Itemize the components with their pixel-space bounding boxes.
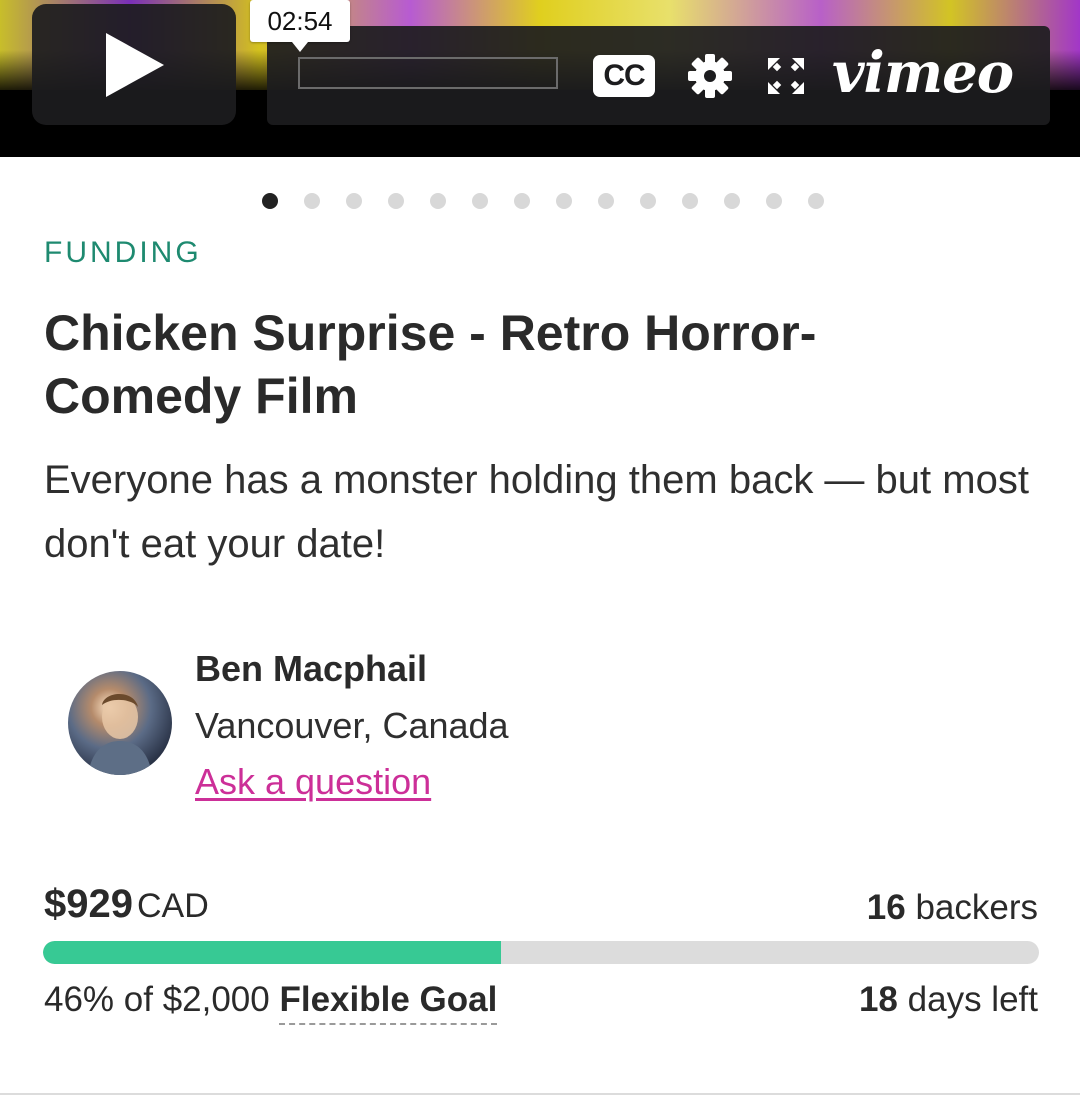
carousel-dot[interactable] [808,193,824,209]
amount-value: $929 [44,882,133,926]
funding-progress-bar [43,941,1039,964]
days-number: 18 [858,980,898,1019]
days-label: days left [907,980,1038,1019]
carousel-dot[interactable] [766,193,782,209]
cc-button[interactable]: CC [593,55,655,97]
backers-label: backers [915,888,1038,927]
carousel-dot[interactable] [682,193,698,209]
goal-summary: 46% of $2,000 Flexible Goal [44,980,498,1025]
ask-question-link[interactable]: Ask a question [195,761,431,803]
play-button[interactable] [32,4,236,125]
carousel-dot[interactable] [598,193,614,209]
creator-location: Vancouver, Canada [195,705,509,746]
carousel-dot[interactable] [430,193,446,209]
project-title: Chicken Surprise - Retro Horror-Comedy F… [44,305,817,424]
days-left: 18 days left [859,980,1038,1020]
carousel-dot[interactable] [262,193,278,209]
carousel-dots [262,193,824,209]
settings-button[interactable] [685,51,735,101]
vimeo-logo[interactable]: vimeo [832,39,1022,107]
video-player[interactable]: CC vimeo 02:54 [0,0,1080,157]
fullscreen-button[interactable] [764,54,808,98]
project-category[interactable]: FUNDING [44,236,202,270]
funding-progress-fill [43,941,502,964]
time-tooltip: 02:54 [250,0,350,52]
player-controls: CC vimeo [267,26,1050,125]
creator-avatar[interactable] [68,671,172,775]
divider [0,1093,1080,1095]
project-tagline: Everyone has a monster holding them back… [44,458,1029,566]
carousel-dot[interactable] [472,193,488,209]
video-progress-bar[interactable] [298,57,558,89]
carousel-dot[interactable] [388,193,404,209]
backers-count: 16 backers [867,888,1038,928]
creator-name[interactable]: Ben Macphail [195,648,427,690]
carousel-dot[interactable] [304,193,320,209]
carousel-dot[interactable] [724,193,740,209]
carousel-dot[interactable] [346,193,362,209]
gear-icon [688,54,732,98]
carousel-dot[interactable] [640,193,656,209]
fullscreen-icon [768,58,804,94]
amount-currency: CAD [136,887,209,925]
avatar-photo [88,694,152,775]
flexible-goal-tooltip[interactable]: Flexible Goal [279,980,498,1025]
carousel-dot[interactable] [514,193,530,209]
goal-percent-text: 46% of $2,000 [44,980,270,1019]
backers-number: 16 [866,888,906,927]
carousel-dot[interactable] [556,193,572,209]
amount-raised: $929 CAD [44,882,209,927]
play-icon [106,32,164,97]
